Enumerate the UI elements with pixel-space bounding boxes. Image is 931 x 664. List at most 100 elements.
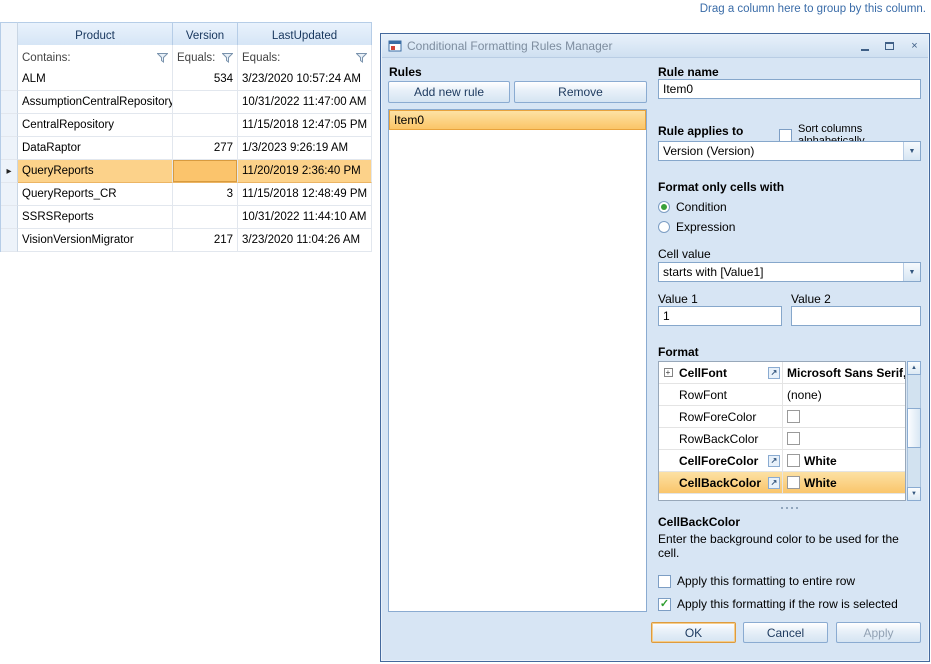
apply-if-selected-checkbox[interactable]: ✓ Apply this formatting if the row is se… [658, 597, 898, 611]
product-cell[interactable]: AssumptionCentralRepository [18, 91, 173, 114]
products-grid: Product Version LastUpdated Contains: Eq… [0, 22, 372, 252]
format-cells-label: Format only cells with [658, 180, 785, 194]
rule-name-label: Rule name [658, 65, 719, 79]
radio-label: Condition [676, 200, 727, 214]
value2-input[interactable] [791, 306, 921, 326]
ok-button[interactable]: OK [651, 622, 736, 643]
product-cell[interactable]: ALM [18, 68, 173, 91]
dialog-titlebar[interactable]: Conditional Formatting Rules Manager × [382, 35, 928, 58]
filter-funnel-icon[interactable] [356, 53, 367, 63]
rules-list[interactable]: Item0 [388, 109, 647, 612]
apply-entire-row-checkbox[interactable]: Apply this formatting to entire row [658, 574, 855, 588]
checkbox-box[interactable]: ✓ [658, 597, 671, 611]
product-cell[interactable]: SSRSReports [18, 206, 173, 229]
property-row-cellforecolor[interactable]: CellForeColor ↗ White [659, 450, 905, 472]
product-cell[interactable]: CentralRepository [18, 114, 173, 137]
version-cell[interactable] [173, 114, 238, 137]
filter-funnel-icon[interactable] [222, 53, 233, 63]
version-cell[interactable]: 217 [173, 229, 238, 252]
format-label: Format [658, 345, 699, 359]
scroll-down-icon[interactable]: ▼ [907, 487, 921, 501]
property-value[interactable]: Microsoft Sans Serif, [783, 362, 905, 383]
row-indicator [1, 68, 18, 91]
add-new-rule-button[interactable]: Add new rule [388, 81, 510, 103]
applies-to-dropdown[interactable]: Version (Version) ▼ [658, 141, 921, 161]
property-name: RowFont [679, 387, 728, 402]
minimize-icon [860, 49, 869, 51]
date-cell[interactable]: 3/23/2020 10:57:24 AM [238, 68, 372, 91]
version-cell[interactable]: 277 [173, 137, 238, 160]
radio-icon[interactable] [658, 221, 670, 233]
property-name: CellBackColor [679, 475, 762, 490]
cancel-button[interactable]: Cancel [743, 622, 828, 643]
value2-label: Value 2 [791, 292, 831, 306]
splitter-handle[interactable] [658, 504, 921, 511]
checkbox-box[interactable] [779, 128, 792, 142]
property-value[interactable]: (none) [783, 384, 905, 405]
product-cell[interactable]: VisionVersionMigrator [18, 229, 173, 252]
focused-row-arrow-icon: ▸ [6, 165, 12, 177]
color-swatch[interactable] [787, 454, 800, 467]
date-cell[interactable]: 11/20/2019 2:36:40 PM [238, 160, 372, 183]
scroll-up-icon[interactable]: ▲ [907, 361, 921, 375]
row-indicator [1, 206, 18, 229]
radio-icon[interactable] [658, 201, 670, 213]
property-row-rowbackcolor[interactable]: RowBackColor [659, 428, 905, 450]
color-swatch[interactable] [787, 432, 800, 445]
property-row-rowforecolor[interactable]: RowForeColor [659, 406, 905, 428]
product-cell[interactable]: DataRaptor [18, 137, 173, 160]
expression-radio[interactable]: Expression [658, 220, 735, 234]
checkbox-label: Apply this formatting to entire row [677, 574, 856, 588]
date-cell[interactable]: 11/15/2018 12:48:49 PM [238, 183, 372, 206]
condition-radio[interactable]: Condition [658, 200, 727, 214]
remove-rule-button[interactable]: Remove [514, 81, 647, 103]
version-cell[interactable] [173, 206, 238, 229]
focused-row-indicator: ▸ [1, 160, 18, 183]
property-row-cellbackcolor[interactable]: CellBackColor ↗ White [659, 472, 905, 494]
property-value: White [804, 475, 837, 490]
expand-icon[interactable]: + [663, 368, 673, 377]
date-cell[interactable]: 10/31/2022 11:44:10 AM [238, 206, 372, 229]
property-grid-scrollbar[interactable]: ▲ ▼ [907, 361, 921, 501]
date-cell[interactable]: 1/3/2023 9:26:19 AM [238, 137, 372, 160]
version-cell[interactable] [173, 160, 238, 183]
product-cell[interactable]: QueryReports_CR [18, 183, 173, 206]
value1-label: Value 1 [658, 292, 698, 306]
maximize-button[interactable] [882, 39, 897, 54]
property-row-cellfont[interactable]: + CellFont ↗ Microsoft Sans Serif, [659, 362, 905, 384]
product-cell[interactable]: QueryReports [18, 160, 173, 183]
date-cell[interactable]: 11/15/2018 12:47:05 PM [238, 114, 372, 137]
goto-icon[interactable]: ↗ [768, 476, 780, 489]
color-swatch[interactable] [787, 476, 800, 489]
version-cell[interactable]: 534 [173, 68, 238, 91]
rule-list-item-selected[interactable]: Item0 [389, 110, 646, 130]
format-property-grid: + CellFont ↗ Microsoft Sans Serif, RowFo… [658, 361, 906, 501]
date-cell[interactable]: 3/23/2020 11:04:26 AM [238, 229, 372, 252]
property-value: White [804, 453, 837, 468]
group-by-panel[interactable]: Drag a column here to group by this colu… [700, 3, 926, 15]
goto-icon[interactable]: ↗ [768, 454, 780, 467]
description-text: Enter the background color to be used fo… [658, 532, 899, 560]
row-indicator [1, 137, 18, 160]
goto-icon[interactable]: ↗ [768, 366, 780, 379]
chevron-down-icon[interactable]: ▼ [903, 263, 920, 281]
checkbox-box[interactable] [658, 574, 671, 588]
conditional-formatting-dialog: Conditional Formatting Rules Manager × R… [380, 33, 930, 662]
close-button[interactable]: × [907, 39, 922, 54]
property-name: RowBackColor [679, 431, 759, 446]
color-swatch[interactable] [787, 410, 800, 423]
property-description-panel: CellBackColor Enter the background color… [658, 515, 921, 560]
date-cell[interactable]: 10/31/2022 11:47:00 AM [238, 91, 372, 114]
chevron-down-icon[interactable]: ▼ [903, 142, 920, 160]
scrollbar-thumb[interactable] [907, 408, 921, 448]
cell-value-dropdown[interactable]: starts with [Value1] ▼ [658, 262, 921, 282]
filter-funnel-icon[interactable] [157, 53, 168, 63]
dialog-icon [388, 40, 402, 52]
property-row-rowfont[interactable]: RowFont (none) [659, 384, 905, 406]
minimize-button[interactable] [857, 39, 872, 54]
rule-name-input[interactable] [658, 79, 921, 99]
apply-button[interactable]: Apply [836, 622, 921, 643]
version-cell[interactable] [173, 91, 238, 114]
value1-input[interactable] [658, 306, 782, 326]
version-cell[interactable]: 3 [173, 183, 238, 206]
